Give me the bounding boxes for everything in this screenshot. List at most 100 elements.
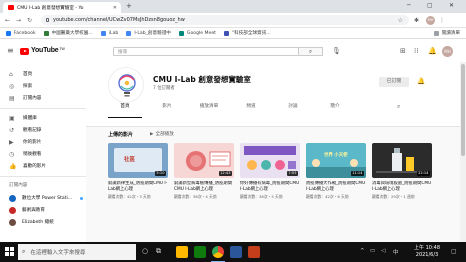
notification-bell-icon[interactable]: 🔔 (417, 77, 425, 85)
sidebar: ⌂ 首頁 ◎ 探索 ▤ 訂閱內容 ▣ 媒體庫 ↺ 觀看記錄 ▶ 你的影片 ◷ 稍後觀看 👍 喜歡… (0, 62, 86, 242)
line-app-icon[interactable] (194, 246, 206, 258)
video-duration: 11:14 (350, 171, 364, 176)
microphone-icon[interactable]: 🎙 (332, 47, 341, 55)
forward-icon[interactable]: → (16, 17, 22, 24)
subscription-item[interactable]: Elizabeth 總統 (0, 216, 86, 228)
video-thumbnail[interactable]: 社區 5:10 (108, 143, 168, 178)
taskbar-clock[interactable]: 上午 10:48 2021/6/3 (408, 245, 446, 259)
notifications-bell-icon[interactable]: 🔔 (428, 47, 437, 55)
video-meta: 觀看次數：42次・6 天前 (306, 194, 349, 199)
video-thumbnail[interactable]: 7:05 (240, 143, 300, 178)
tab-discussion[interactable]: 討論 (276, 104, 310, 118)
video-meta: 觀看次數：38次・5 天前 (240, 194, 283, 199)
bookmark-item[interactable]: Google Meet (178, 30, 216, 36)
network-icon[interactable]: ▭ (370, 248, 375, 254)
url-text: youtube.com/channel/UCwZv07MsJhDzsn8gouo… (53, 17, 185, 23)
bookmark-item[interactable]: iLab (100, 30, 118, 36)
word-icon[interactable] (230, 246, 242, 258)
sidebar-item-subscriptions[interactable]: ▤ 訂閱內容 (0, 92, 86, 104)
account-avatar[interactable]: MH (442, 46, 453, 57)
sidebar-item-library[interactable]: ▣ 媒體庫 (0, 112, 86, 124)
video-card[interactable]: 12:43 窮識新型病毒檢傳播_防疫期間CMU I-Lab網上心理 觀看次數：3… (174, 143, 234, 200)
video-title[interactable]: 防疫傳播大作戰_防疫期間CMU I-Lab網上心理 (306, 181, 366, 193)
sidebar-item-liked-videos[interactable]: 👍 喜歡的影片 (0, 160, 86, 172)
sidebar-item-home[interactable]: ⌂ 首頁 (0, 68, 86, 80)
file-explorer-icon[interactable] (176, 246, 188, 258)
sidebar-item-explore[interactable]: ◎ 探索 (0, 80, 86, 92)
cortana-icon[interactable]: ○ (142, 247, 148, 255)
video-card[interactable]: 世界 小天使 11:14 防疫傳播大作戰_防疫期間CMU I-Lab網上心理 觀… (306, 143, 366, 200)
video-title[interactable]: 窮識新律生成_防疫期間CMU I-Lab網上心理 (108, 181, 168, 193)
video-title[interactable]: 窮識新型病毒檢傳播_防疫期間CMU I-Lab網上心理 (174, 181, 234, 193)
sidebar-item-watch-later[interactable]: ◷ 稍後觀看 (0, 148, 86, 160)
close-window-icon[interactable]: ✕ (449, 2, 454, 9)
bookmark-star-icon[interactable]: ☆ (398, 17, 403, 24)
uploads-shelf: 上傳的影片 ▶ 全部播放 社區 5:10 窮識新律生成_防疫期間CMU I-Lab… (86, 126, 460, 242)
browser-menu-icon[interactable]: ⋮ (439, 17, 445, 24)
tab-videos[interactable]: 影片 (150, 104, 184, 118)
video-card[interactable]: 22:14 消毒與環境殺菌_防疫期間CMU I-Lab網上心理 觀看次數：29次… (372, 143, 432, 200)
input-method-icon[interactable]: 中 (393, 248, 399, 256)
taskbar-search-input[interactable]: ⌕ 在這裡輸入文字來搜尋 (18, 244, 136, 260)
sidebar-item-your-videos[interactable]: ▶ 你的影片 (0, 136, 86, 148)
close-tab-icon[interactable]: ✕ (113, 5, 117, 11)
task-view-icon[interactable]: ⧉ (156, 247, 161, 256)
video-title[interactable]: 你好傳播有病毒_防疫期間CMU I-Lab網上心理 (240, 181, 300, 193)
tab-channels[interactable]: 頻道 (234, 104, 268, 118)
channel-avatar (9, 218, 16, 226)
explore-icon: ◎ (9, 82, 15, 90)
reload-icon[interactable]: ↻ (27, 17, 33, 24)
bookmark-item[interactable]: "科技部全球資訊... (223, 30, 271, 36)
video-title[interactable]: 消毒與環境殺菌_防疫期間CMU I-Lab網上心理 (372, 181, 432, 193)
play-all-button[interactable]: ▶ 全部播放 (150, 131, 174, 137)
search-icon: ⌕ (22, 248, 26, 255)
shelf-title[interactable]: 上傳的影片 (108, 131, 133, 138)
show-hidden-icons-icon[interactable]: ^ (360, 248, 365, 254)
new-tab-button[interactable]: + (126, 2, 132, 10)
maximize-icon[interactable]: ▢ (427, 2, 433, 9)
sidebar-item-history[interactable]: ↺ 觀看記錄 (0, 124, 86, 136)
scrollbar-thumb[interactable] (461, 64, 465, 156)
subscribed-button[interactable]: 已訂閱 (379, 77, 409, 87)
youtube-logo-icon[interactable] (20, 48, 29, 55)
bookmark-label: 中國醫藥大學校園... (51, 31, 93, 36)
tab-home[interactable]: 首頁 (108, 104, 142, 118)
browser-profile-avatar[interactable]: MH (426, 15, 435, 25)
clock-time: 上午 10:48 (414, 245, 440, 251)
video-card[interactable]: 社區 5:10 窮識新律生成_防疫期間CMU I-Lab網上心理 觀看次數：42… (108, 143, 168, 200)
reading-list-button[interactable]: 閱讀清單 (433, 30, 460, 36)
chrome-icon[interactable] (212, 246, 224, 258)
bookmark-item[interactable]: Facebook (6, 30, 36, 36)
channel-search-icon[interactable]: ⌕ (397, 103, 400, 111)
search-input[interactable]: 搜尋 (113, 47, 299, 56)
tab-about[interactable]: 簡介 (318, 104, 352, 118)
bookmark-item[interactable]: 中國醫藥大學校園... (43, 30, 93, 36)
volume-icon[interactable]: ◁ (381, 248, 385, 254)
video-thumbnail[interactable]: 12:43 (174, 143, 234, 178)
channel-logo[interactable] (108, 67, 144, 103)
bookmark-item[interactable]: I-Lab_創意驗證中 (126, 30, 171, 36)
tab-playlists[interactable]: 播放清單 (192, 104, 226, 118)
menu-icon[interactable]: ≡ (7, 46, 14, 55)
video-thumbnail[interactable]: 世界 小天使 11:14 (306, 143, 366, 178)
search-button[interactable]: ⌕ (299, 47, 323, 56)
create-video-icon[interactable]: ⊞ (400, 47, 406, 55)
minimize-icon[interactable]: ─ (407, 2, 411, 9)
apps-icon[interactable]: ⁞⁞ (414, 47, 418, 55)
windows-start-icon[interactable] (5, 247, 14, 256)
action-center-icon[interactable]: ▢ (451, 248, 457, 255)
subscription-item[interactable]: 藝術與教育 (0, 204, 86, 216)
subscription-item[interactable]: 數位大學 Power Stati... (0, 192, 86, 204)
video-thumbnail[interactable]: 22:14 (372, 143, 432, 178)
url-input[interactable]: youtube.com/channel/UCwZv07MsJhDzsn8gouo… (41, 15, 409, 25)
extensions-icon[interactable]: ✱ (414, 17, 420, 24)
subscriptions-heading: 訂閱內容 (9, 183, 28, 188)
powerpoint-icon[interactable] (248, 246, 260, 258)
back-icon[interactable]: ← (5, 17, 11, 24)
page-scrollbar[interactable] (460, 62, 466, 242)
video-card[interactable]: 7:05 你好傳播有病毒_防疫期間CMU I-Lab網上心理 觀看次數：38次・… (240, 143, 300, 200)
browser-tab[interactable]: CMU I-Lab 創意發想實驗室 - Yo ✕ (3, 2, 121, 13)
thumbnail-text: 世界 小天使 (324, 153, 348, 158)
youtube-logo[interactable]: YouTubeTW (31, 47, 65, 54)
sidebar-item-label: 探索 (23, 84, 33, 89)
